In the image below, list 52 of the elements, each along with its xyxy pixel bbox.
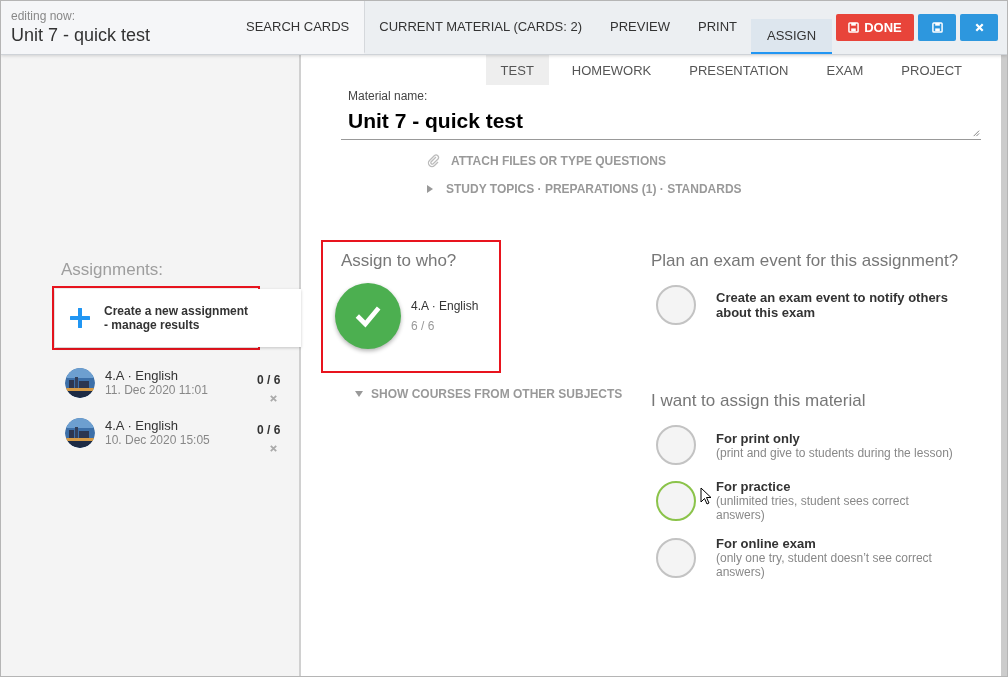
nav-tab[interactable]: PREVIEW [596, 1, 684, 54]
score-text: 0 / 6 [257, 373, 281, 387]
assign-mode-heading: I want to assign this material [651, 391, 867, 411]
field-label: Material name: [348, 89, 429, 103]
option-title: For practice [716, 479, 792, 494]
create-assignment-button[interactable]: Create a new assignment - manage results [55, 289, 301, 347]
close-button[interactable] [960, 14, 998, 41]
assignment-date: 10. Dec 2020 15:05 [105, 433, 211, 447]
done-button[interactable]: DONE [836, 14, 914, 41]
material-title: Unit 7 - quick test [11, 25, 152, 46]
nav-tab[interactable]: PRINT [684, 1, 751, 54]
radio-button[interactable] [656, 285, 696, 325]
exam-event-heading: Plan an exam event for this assignment? [651, 251, 960, 271]
course-name: 4.A · English [105, 368, 179, 383]
radio-button[interactable] [656, 480, 696, 521]
assignment-date: 11. Dec 2020 11:01 [105, 383, 209, 397]
material-type-tab[interactable]: PRESENTATION [674, 55, 804, 85]
nav-tab[interactable]: CURRENT MATERIAL (CARDS: 2) [365, 1, 597, 54]
delete-icon[interactable] [269, 444, 279, 453]
score-text: 0 / 6 [257, 423, 281, 437]
caret-icon [427, 185, 433, 193]
option-description: (only one try, student doesn’t see correct answers) [716, 551, 933, 579]
radio-button[interactable] [656, 537, 696, 578]
save-button[interactable] [918, 14, 956, 41]
assign-heading: Assign to who? [341, 251, 458, 271]
course-name: 4.A · English [411, 299, 479, 313]
nav-tab[interactable]: SEARCH CARDS [231, 1, 366, 54]
caret-icon [355, 391, 363, 397]
option-title: For print only [716, 430, 801, 446]
delete-icon[interactable] [269, 394, 279, 403]
material-type-tab[interactable]: TEST [485, 55, 549, 85]
material-name-field[interactable]: Unit 7 - quick test [341, 103, 981, 140]
close-icon [973, 22, 985, 33]
resize-grip-icon[interactable] [971, 128, 980, 137]
editing-caption: editing now: [11, 9, 77, 23]
student-count: 6 / 6 [411, 319, 436, 333]
course-toggle[interactable] [335, 283, 401, 349]
create-assignment-label: Create a new assignment - manage results [104, 304, 249, 332]
material-type-tab[interactable]: HOMEWORK [556, 55, 667, 85]
nav-tab[interactable]: ASSIGN [751, 19, 833, 54]
paperclip-icon [427, 154, 441, 168]
plus-icon [70, 308, 90, 328]
option-title: For online exam [716, 536, 817, 551]
option-title: Create an exam event to notify others about this exam [716, 290, 949, 320]
material-type-tab[interactable]: PROJECT [886, 55, 977, 85]
course-name: 4.A · English [105, 418, 179, 433]
cursor-icon [700, 487, 712, 505]
radio-button[interactable] [656, 425, 696, 465]
option-description: (print and give to students during the lesson) [716, 445, 954, 460]
material-type-tab[interactable]: EXAM [811, 55, 879, 85]
option-description: (unlimited tries, student sees correct answers) [716, 494, 910, 522]
assignments-heading: Assignments: [61, 260, 165, 280]
